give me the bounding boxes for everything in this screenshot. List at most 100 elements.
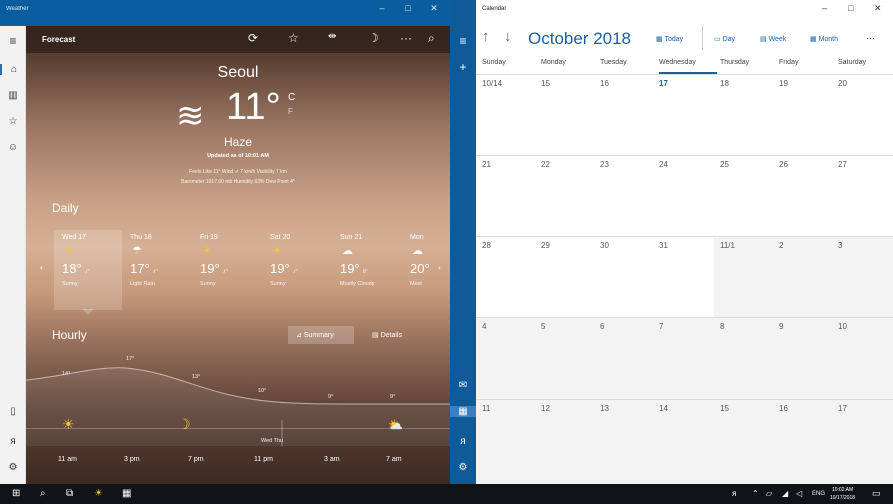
calendar-day-cell[interactable]: 5	[535, 317, 594, 399]
minimize-icon[interactable]: –	[370, 3, 394, 13]
calendar-day-cell[interactable]: 7	[653, 317, 714, 399]
month-view-button[interactable]: ▦ Month	[810, 35, 838, 43]
home-icon[interactable]: ⌂	[0, 64, 26, 75]
calendar-app-icon[interactable]: ▦	[122, 488, 131, 499]
day-card[interactable]: Thu 18 ☂ 17° 7° Light Rain	[122, 230, 190, 310]
day-card-condition: Mostly Cloudy	[340, 281, 375, 287]
next-month-arrow-icon[interactable]: ↓	[504, 28, 512, 45]
news-icon[interactable]: ☺	[0, 142, 26, 153]
weather-app-icon[interactable]: ☀	[94, 488, 103, 499]
calendar-day-cell[interactable]: 6	[594, 317, 653, 399]
calendar-day-cell[interactable]: 17	[832, 399, 893, 484]
day-card-condition: Light Rain	[130, 281, 155, 287]
calendar-day-cell[interactable]: 16	[773, 399, 832, 484]
maximize-icon[interactable]: □	[396, 3, 420, 13]
calendar-day-cell[interactable]: 10	[832, 317, 893, 399]
maximize-icon[interactable]: □	[848, 3, 853, 13]
calendar-day-cell[interactable]: 19	[773, 74, 832, 155]
close-icon[interactable]: ✕	[422, 3, 446, 14]
week-view-button[interactable]: ▤ Week	[760, 35, 786, 43]
unit-fahrenheit[interactable]: F	[288, 107, 293, 116]
hamburger-icon[interactable]: ≡	[0, 34, 26, 48]
calendar-day-cell[interactable]: 15	[714, 399, 773, 484]
summary-tab[interactable]: ⊿ Summary	[288, 326, 354, 344]
calendar-day-cell[interactable]: 3	[832, 236, 893, 317]
close-icon[interactable]: ✕	[874, 3, 882, 14]
sun-icon: ☀	[202, 245, 212, 257]
add-favorite-icon[interactable]: ☆	[288, 31, 299, 45]
details-tab[interactable]: ▤ Details	[366, 326, 402, 344]
month-title[interactable]: October 2018	[528, 29, 631, 49]
people-icon[interactable]: ᴙ	[450, 436, 476, 447]
calendar-icon[interactable]: ▦	[450, 406, 476, 417]
action-center-icon[interactable]: ▭	[872, 488, 881, 499]
task-view-icon[interactable]: ⧉	[66, 488, 73, 499]
hamburger-icon[interactable]: ≡	[450, 34, 476, 48]
day-card[interactable]: Fri 19 ☀ 19° 7° Sunny	[192, 230, 260, 310]
minimize-icon[interactable]: –	[822, 3, 827, 13]
favorites-icon[interactable]: ☆	[0, 116, 26, 127]
calendar-day-cell[interactable]: 11	[476, 399, 535, 484]
calendar-day-cell[interactable]: 22	[535, 155, 594, 236]
night-mode-icon[interactable]: ☽	[368, 31, 379, 45]
calendar-day-cell[interactable]: 14	[653, 399, 714, 484]
search-icon[interactable]: ⌕	[40, 488, 46, 499]
pin-icon[interactable]: ⇹	[328, 31, 336, 42]
day-card[interactable]: Sun 21 ☁ 19° 8° Mostly Cloudy	[332, 230, 400, 310]
tray-chevron-icon[interactable]: ⌃	[752, 489, 759, 498]
day-card[interactable]: Wed 17 ☀ 18° 7° Sunny	[54, 230, 122, 310]
today-button[interactable]: ▦ Today	[656, 35, 683, 43]
phone-icon[interactable]: ▯	[0, 406, 26, 417]
volume-icon[interactable]: ◁	[796, 489, 802, 498]
mail-icon[interactable]: ✉	[450, 380, 476, 391]
calendar-day-cell[interactable]: 28	[476, 236, 535, 317]
more-options-button[interactable]: ···	[866, 33, 875, 43]
summary-icon: ⊿	[296, 332, 304, 339]
calendar-day-cell[interactable]: 20	[832, 74, 893, 155]
people-icon[interactable]: ᴙ	[732, 489, 736, 498]
new-event-icon[interactable]: +	[450, 60, 476, 74]
unit-celsius[interactable]: C	[288, 92, 295, 103]
start-windows-icon[interactable]: ⊞	[12, 488, 20, 499]
daily-prev-icon[interactable]: ‹	[40, 263, 43, 272]
day-header: Thursday	[720, 59, 750, 66]
calendar-day-cell[interactable]: 23	[594, 155, 653, 236]
day-card[interactable]: Sat 20 ☀ 19° 7° Sunny	[262, 230, 330, 310]
clock-time[interactable]: 10:02 AM	[832, 487, 853, 493]
calendar-day-cell[interactable]: 17	[653, 74, 714, 155]
previous-month-arrow-icon[interactable]: ↑	[482, 28, 490, 45]
calendar-day-cell[interactable]: 16	[594, 74, 653, 155]
calendar-day-cell[interactable]: 8	[714, 317, 773, 399]
wifi-icon[interactable]: ◢	[782, 489, 788, 498]
clock-date[interactable]: 10/17/2018	[830, 495, 855, 501]
calendar-day-cell[interactable]: 9	[773, 317, 832, 399]
account-icon[interactable]: ᴙ	[0, 436, 26, 447]
maps-icon[interactable]: ▥	[0, 90, 26, 101]
calendar-day-cell[interactable]: 29	[535, 236, 594, 317]
calendar-day-cell[interactable]: 12	[535, 399, 594, 484]
search-icon[interactable]: ⌕	[428, 31, 435, 46]
language-indicator[interactable]: ENG	[812, 491, 825, 497]
settings-gear-icon[interactable]: ⚙	[0, 462, 26, 473]
day-view-button[interactable]: ▭ Day	[714, 35, 735, 43]
calendar-day-cell[interactable]: 26	[773, 155, 832, 236]
calendar-day-cell[interactable]: 2	[773, 236, 832, 317]
calendar-day-cell[interactable]: 11/1	[714, 236, 773, 317]
calendar-day-cell[interactable]: 21	[476, 155, 535, 236]
calendar-day-cell[interactable]: 25	[714, 155, 773, 236]
calendar-day-cell[interactable]: 18	[714, 74, 773, 155]
more-icon[interactable]: ···	[400, 31, 412, 45]
calendar-day-cell[interactable]: 24	[653, 155, 714, 236]
calendar-day-cell[interactable]: 13	[594, 399, 653, 484]
calendar-day-cell[interactable]: 10/14	[476, 74, 535, 155]
hourly-temp-label: 17°	[126, 356, 135, 362]
calendar-day-cell[interactable]: 4	[476, 317, 535, 399]
network-icon[interactable]: ▱	[766, 489, 772, 498]
calendar-day-cell[interactable]: 27	[832, 155, 893, 236]
refresh-icon[interactable]: ⟳	[248, 31, 258, 45]
settings-gear-icon[interactable]: ⚙	[450, 462, 476, 473]
calendar-day-cell[interactable]: 30	[594, 236, 653, 317]
calendar-day-cell[interactable]: 15	[535, 74, 594, 155]
calendar-day-cell[interactable]: 31	[653, 236, 714, 317]
day-card[interactable]: Mon ☁ 20° Most	[402, 230, 442, 310]
